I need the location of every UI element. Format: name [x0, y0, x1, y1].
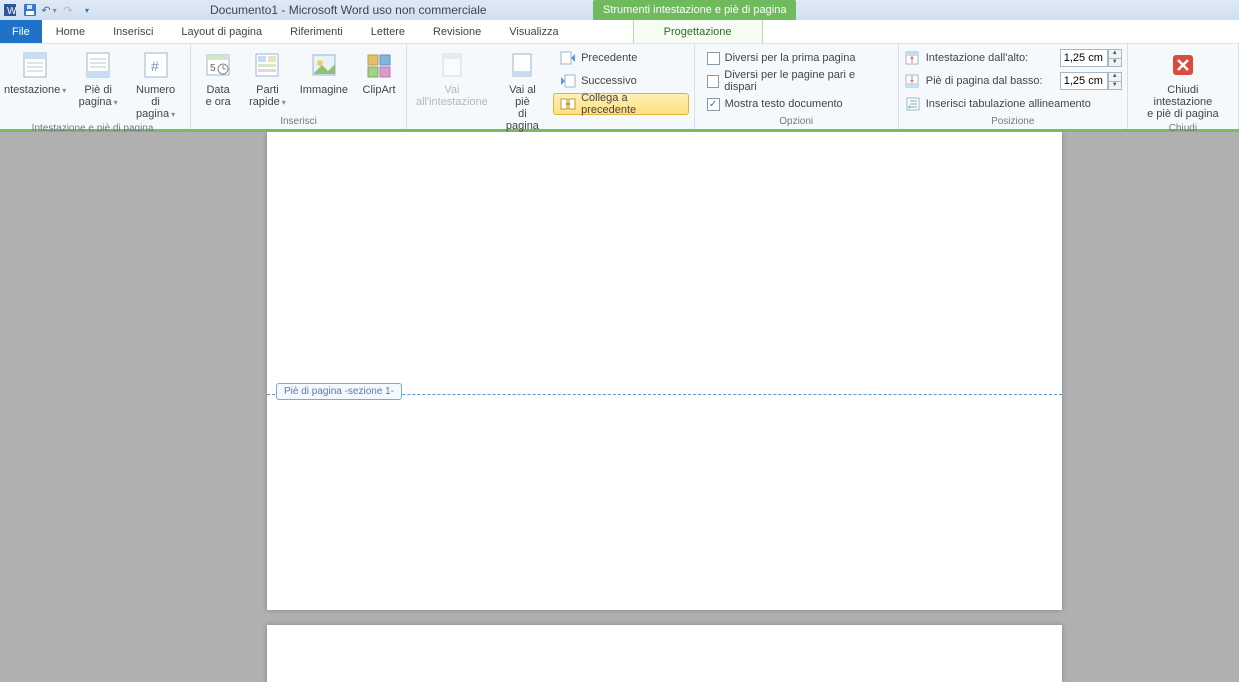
- collega-label: Collega a precedente: [581, 92, 682, 116]
- precedente-button[interactable]: Precedente: [553, 47, 689, 69]
- insert-align-tab-button[interactable]: Inserisci tabulazione allineamento: [904, 93, 1122, 115]
- page-number-button[interactable]: # Numero di pagina: [126, 47, 185, 122]
- group-header-footer: ntestazione Piè di pagina # Numero di pa…: [0, 44, 191, 129]
- immagine-label: Immagine: [300, 84, 348, 96]
- tab-revisione[interactable]: Revisione: [419, 20, 495, 43]
- redo-icon[interactable]: ↷: [59, 2, 77, 19]
- tab-file[interactable]: File: [0, 20, 42, 43]
- ribbon-tabs: File Home Inserisci Layout di pagina Rif…: [0, 20, 1239, 44]
- footer-bottom-spinner[interactable]: ▲▼: [1060, 72, 1122, 90]
- header-top-input[interactable]: [1060, 49, 1108, 67]
- footer-label: Piè di pagina: [79, 84, 118, 108]
- svg-text:#: #: [151, 58, 159, 74]
- opt-prima-pagina[interactable]: Diversi per la prima pagina: [700, 47, 893, 69]
- undo-icon[interactable]: ↶: [40, 2, 58, 19]
- window-title: Documento1 - Microsoft Word uso non comm…: [210, 3, 487, 17]
- goto-footer-button[interactable]: Vai al piè di pagina: [496, 47, 549, 134]
- tab-inserisci[interactable]: Inserisci: [99, 20, 167, 43]
- quickparts-icon: [251, 49, 283, 81]
- checkbox-icon: [707, 52, 720, 65]
- close-label: Chiudi intestazione e piè di pagina: [1138, 84, 1228, 120]
- quickparts-label: Parti rapide: [249, 84, 286, 108]
- goto-footer-icon: [506, 49, 538, 81]
- opt-pari-dispari[interactable]: Diversi per le pagine pari e dispari: [700, 70, 893, 92]
- spin-down-icon[interactable]: ▼: [1108, 81, 1122, 90]
- footer-button[interactable]: Piè di pagina: [74, 47, 122, 110]
- collega-precedente-button[interactable]: Collega a precedente: [553, 93, 689, 115]
- footer-icon: [82, 49, 114, 81]
- ribbon: ntestazione Piè di pagina # Numero di pa…: [0, 44, 1239, 132]
- tab-align-icon: [905, 96, 921, 112]
- quick-access-toolbar: W ↶ ↷ ▾: [0, 2, 96, 19]
- header-icon: [19, 49, 51, 81]
- svg-text:W: W: [7, 6, 17, 17]
- page-2[interactable]: Intestazione -sezione 2- Come sezione pr…: [267, 625, 1062, 682]
- picture-icon: [308, 49, 340, 81]
- spin-down-icon[interactable]: ▼: [1108, 58, 1122, 67]
- quickparts-button[interactable]: Parti rapide: [244, 47, 291, 110]
- precedente-label: Precedente: [581, 52, 637, 64]
- goto-header-icon: [436, 49, 468, 81]
- next-icon: [560, 73, 576, 89]
- clipart-button[interactable]: ClipArt: [357, 47, 401, 98]
- contextual-tab-title: Strumenti intestazione e piè di pagina: [593, 0, 796, 20]
- opt-pari-label: Diversi per le pagine pari e dispari: [724, 69, 885, 93]
- group-spostamento: Vai all'intestazione Vai al piè di pagin…: [407, 44, 695, 129]
- pos-tab-label: Inserisci tabulazione allineamento: [926, 98, 1091, 110]
- pos-basso-label: Piè di pagina dal basso:: [926, 75, 1054, 87]
- save-icon[interactable]: [21, 2, 39, 19]
- group-posizione: Intestazione dall'alto: ▲▼ Piè di pagina…: [899, 44, 1128, 129]
- group-opzioni: Diversi per la prima pagina Diversi per …: [695, 44, 899, 129]
- group-chiudi: Chiudi intestazione e piè di pagina Chiu…: [1128, 44, 1239, 129]
- close-icon: [1167, 49, 1199, 81]
- tab-lettere[interactable]: Lettere: [357, 20, 419, 43]
- datetime-button[interactable]: 5 Data e ora: [196, 47, 240, 110]
- opt-prima-label: Diversi per la prima pagina: [725, 52, 856, 64]
- goto-header-button: Vai all'intestazione: [412, 47, 492, 110]
- svg-text:5: 5: [210, 63, 216, 74]
- tab-riferimenti[interactable]: Riferimenti: [276, 20, 357, 43]
- header-top-icon: [904, 50, 920, 66]
- footer-bottom-input[interactable]: [1060, 72, 1108, 90]
- clipart-icon: [363, 49, 395, 81]
- header-button[interactable]: ntestazione: [0, 47, 70, 98]
- header-label: ntestazione: [4, 84, 66, 96]
- tab-progettazione[interactable]: Progettazione: [633, 20, 763, 43]
- tab-home[interactable]: Home: [42, 20, 99, 43]
- tab-visualizza[interactable]: Visualizza: [495, 20, 572, 43]
- tab-layout[interactable]: Layout di pagina: [167, 20, 276, 43]
- spin-up-icon[interactable]: ▲: [1108, 49, 1122, 58]
- close-header-footer-button[interactable]: Chiudi intestazione e piè di pagina: [1133, 47, 1233, 122]
- title-bar: W ↶ ↷ ▾ Documento1 - Microsoft Word uso …: [0, 0, 1239, 20]
- page-number-label: Numero di pagina: [131, 84, 180, 120]
- header-top-spinner[interactable]: ▲▼: [1060, 49, 1122, 67]
- previous-icon: [560, 50, 576, 66]
- immagine-button[interactable]: Immagine: [295, 47, 353, 98]
- page-number-icon: #: [140, 49, 172, 81]
- checkbox-icon: [707, 75, 720, 88]
- group-inserisci: 5 Data e ora Parti rapide Immagine ClipA…: [191, 44, 407, 129]
- datetime-icon: 5: [202, 49, 234, 81]
- group-opzioni-label: Opzioni: [700, 115, 893, 129]
- datetime-label: Data e ora: [206, 84, 231, 108]
- word-icon[interactable]: W: [2, 2, 20, 19]
- opt-mostra-testo[interactable]: ✓ Mostra testo documento: [700, 93, 893, 115]
- qat-customize-icon[interactable]: ▾: [78, 2, 96, 19]
- footer-bottom-icon: [904, 73, 920, 89]
- page-1[interactable]: Piè di pagina -sezione 1-: [267, 132, 1062, 610]
- group-inserisci-label: Inserisci: [196, 115, 401, 129]
- checkbox-checked-icon: ✓: [707, 98, 720, 111]
- group-posizione-label: Posizione: [904, 115, 1122, 129]
- spin-up-icon[interactable]: ▲: [1108, 72, 1122, 81]
- document-workspace[interactable]: Piè di pagina -sezione 1- Intestazione -…: [0, 132, 1239, 682]
- link-previous-icon: [560, 96, 576, 112]
- goto-footer-label: Vai al piè di pagina: [501, 84, 544, 132]
- footer-section1-tag: Piè di pagina -sezione 1-: [276, 383, 402, 400]
- goto-header-label: Vai all'intestazione: [416, 84, 488, 108]
- successivo-button[interactable]: Successivo: [553, 70, 689, 92]
- pos-alto-label: Intestazione dall'alto:: [926, 52, 1054, 64]
- opt-mostra-label: Mostra testo documento: [725, 98, 843, 110]
- successivo-label: Successivo: [581, 75, 637, 87]
- clipart-label: ClipArt: [363, 84, 396, 96]
